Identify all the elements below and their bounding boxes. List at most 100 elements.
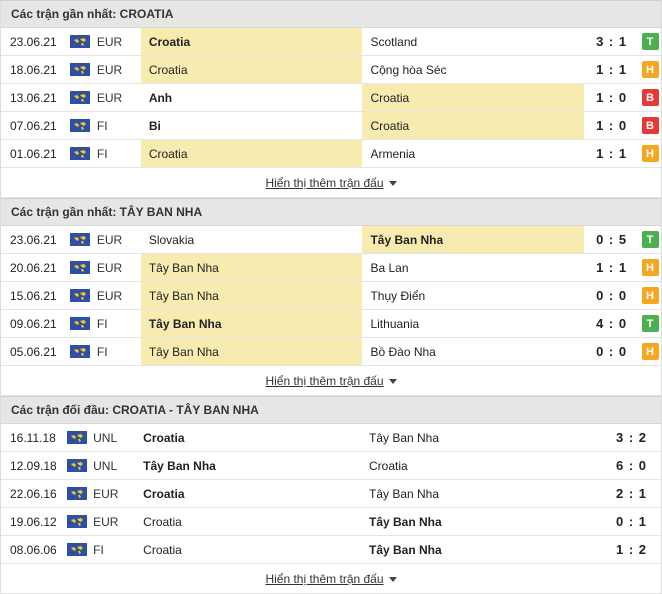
home-team: Croatia (140, 140, 363, 167)
match-row[interactable]: 08.06.06 FI Croatia Tây Ban Nha 1 : 2 (1, 536, 661, 564)
away-team: Cộng hòa Séc (370, 62, 447, 77)
match-score: 0 : 1 (615, 514, 647, 529)
home-team: Croatia (143, 542, 182, 557)
match-row[interactable]: 09.06.21 FI Tây Ban Nha Lithuania 4 : 0 T (1, 310, 661, 338)
result-badge: B (641, 117, 659, 134)
section-title: Các trận đối đầu: CROATIA - TÂY BAN NHA (1, 396, 661, 424)
result-badge: H (641, 259, 659, 276)
match-score: 0 : 0 (596, 288, 628, 303)
match-score: 1 : 2 (615, 542, 647, 557)
caret-down-icon (388, 180, 397, 186)
match-row[interactable]: 20.06.21 EUR Tây Ban Nha Ba Lan 1 : 1 H (1, 254, 661, 282)
match-row[interactable]: 07.06.21 FI Bi Croatia 1 : 0 B (1, 112, 661, 140)
match-date: 13.06.21 (10, 90, 57, 105)
world-flag-icon (66, 431, 87, 444)
match-score: 1 : 1 (596, 146, 628, 161)
section-recent-spain: Các trận gần nhất: TÂY BAN NHA 23.06.21 E… (1, 198, 661, 396)
league-flag (63, 91, 97, 104)
match-row[interactable]: 23.06.21 EUR Croatia Scotland 3 : 1 T (1, 28, 661, 56)
match-score: 4 : 0 (596, 316, 628, 331)
league-code: FI (96, 344, 108, 359)
result-badge: H (641, 343, 659, 360)
result-cell: B (639, 117, 661, 134)
match-date: 15.06.21 (10, 288, 57, 303)
home-team: Bi (148, 118, 161, 133)
world-flag-icon (69, 289, 90, 302)
match-score: 1 : 0 (596, 90, 628, 105)
match-date: 09.06.21 (10, 316, 57, 331)
home-team: Tây Ban Nha (143, 458, 216, 473)
result-cell: T (639, 315, 661, 332)
match-score: 1 : 1 (596, 62, 628, 77)
show-more-link[interactable]: Hiển thị thêm trận đấu (265, 374, 397, 388)
result-cell: H (639, 145, 661, 162)
away-team: Tây Ban Nha (362, 226, 585, 253)
world-flag-icon (69, 261, 90, 274)
match-score: 6 : 0 (615, 458, 647, 473)
match-row[interactable]: 22.06.16 EUR Croatia Tây Ban Nha 2 : 1 (1, 480, 661, 508)
match-score: 2 : 1 (615, 486, 647, 501)
match-row[interactable]: 05.06.21 FI Tây Ban Nha Bồ Đào Nha 0 : 0 H (1, 338, 661, 366)
league-flag (63, 345, 97, 358)
match-row[interactable]: 01.06.21 FI Croatia Armenia 1 : 1 H (1, 140, 661, 168)
away-team: Croatia (362, 84, 585, 111)
league-code: FI (93, 542, 104, 557)
world-flag-icon (69, 147, 90, 160)
home-team: Tây Ban Nha (140, 338, 363, 365)
world-flag-icon (69, 91, 90, 104)
match-row[interactable]: 23.06.21 EUR Slovakia Tây Ban Nha 0 : 5 T (1, 226, 661, 254)
caret-down-icon (388, 576, 397, 582)
away-team: Armenia (370, 146, 416, 161)
result-badge: T (641, 33, 659, 50)
away-team: Thụy Điển (370, 288, 426, 303)
result-badge: T (641, 315, 659, 332)
match-row[interactable]: 12.09.18 UNL Tây Ban Nha Croatia 6 : 0 (1, 452, 661, 480)
match-row[interactable]: 13.06.21 EUR Anh Croatia 1 : 0 B (1, 84, 661, 112)
league-flag (63, 147, 97, 160)
league-flag (61, 543, 93, 556)
league-flag (63, 119, 97, 132)
match-row[interactable]: 18.06.21 EUR Croatia Cộng hòa Séc 1 : 1 H (1, 56, 661, 84)
league-code: UNL (93, 430, 118, 445)
match-date: 19.06.12 (10, 514, 57, 529)
show-more-row: Hiển thị thêm trận đấu (1, 366, 661, 396)
world-flag-icon (66, 459, 87, 472)
away-team: Tây Ban Nha (368, 486, 440, 501)
away-team: Tây Ban Nha (368, 542, 442, 557)
show-more-row: Hiển thị thêm trận đấu (1, 168, 661, 198)
match-date: 20.06.21 (10, 260, 57, 275)
match-score: 1 : 0 (596, 118, 628, 133)
away-team: Bồ Đào Nha (370, 344, 436, 359)
world-flag-icon (69, 317, 90, 330)
match-row[interactable]: 15.06.21 EUR Tây Ban Nha Thụy Điển 0 : 0 H (1, 282, 661, 310)
match-date: 18.06.21 (10, 62, 57, 77)
world-flag-icon (69, 233, 90, 246)
world-flag-icon (69, 35, 90, 48)
match-row[interactable]: 19.06.12 EUR Croatia Tây Ban Nha 0 : 1 (1, 508, 661, 536)
match-date: 01.06.21 (10, 146, 57, 161)
result-cell: B (639, 89, 661, 106)
world-flag-icon (69, 119, 90, 132)
league-code: EUR (93, 486, 119, 501)
away-team: Croatia (362, 112, 585, 139)
away-team: Croatia (368, 458, 408, 473)
match-row[interactable]: 16.11.18 UNL Croatia Tây Ban Nha 3 : 2 (1, 424, 661, 452)
league-flag (61, 459, 93, 472)
league-code: FI (96, 316, 108, 331)
league-flag (63, 317, 97, 330)
result-badge: H (641, 145, 659, 162)
home-team: Slovakia (148, 232, 195, 247)
home-team: Tây Ban Nha (140, 254, 363, 281)
league-code: EUR (96, 232, 123, 247)
league-flag (63, 289, 97, 302)
league-code: EUR (96, 288, 123, 303)
match-date: 23.06.21 (10, 232, 57, 247)
league-flag (63, 35, 97, 48)
league-code: EUR (93, 514, 119, 529)
section-recent-croatia: Các trận gần nhất: CROATIA 23.06.21 EUR Cr… (1, 0, 661, 198)
show-more-link[interactable]: Hiển thị thêm trận đấu (265, 572, 397, 586)
match-date: 16.11.18 (10, 430, 56, 445)
show-more-row: Hiển thị thêm trận đấu (1, 564, 661, 594)
show-more-link[interactable]: Hiển thị thêm trận đấu (265, 176, 397, 190)
match-date: 22.06.16 (10, 486, 57, 501)
